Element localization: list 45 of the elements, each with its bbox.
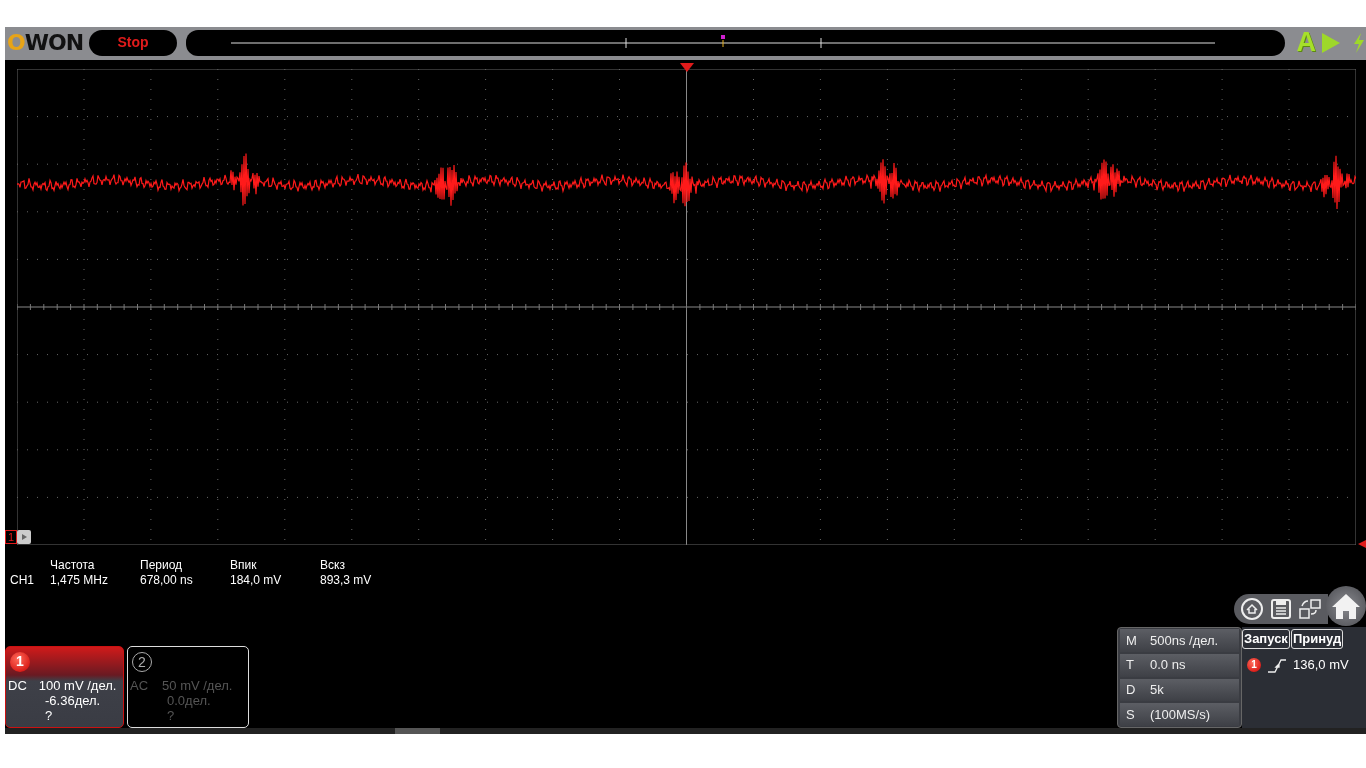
save-icon[interactable] <box>1270 597 1292 620</box>
measure-label: Впик <box>230 558 258 573</box>
measure-label: Вскз <box>320 558 346 573</box>
run-state-button[interactable]: Stop <box>89 29 178 56</box>
trigger-level-icon[interactable] <box>1358 540 1366 548</box>
timebase-key: D <box>1120 680 1150 700</box>
coupling-label: DC <box>8 678 27 693</box>
timebase-key: T <box>1120 655 1150 675</box>
channel-card[interactable]: 2 AC 50 mV /дел. 0.0дел. ? <box>127 646 249 728</box>
offset-value: -6.36дел. <box>44 693 102 708</box>
timebase-value: 500ns /дел. <box>1150 631 1219 650</box>
volts-per-div: 100 mV /дел. <box>38 678 117 693</box>
measure-label: Период <box>140 558 184 573</box>
timebase-value: 0.0 ns <box>1150 656 1186 675</box>
rising-edge-icon <box>1267 656 1287 673</box>
trigger-source-badge: 1 <box>1247 657 1261 672</box>
probe-value: ? <box>44 708 54 723</box>
trigger-level: 136,0 mV <box>1293 656 1349 674</box>
trigger-position-icon[interactable] <box>680 63 694 72</box>
channel-marker[interactable]: 1 <box>5 530 17 544</box>
reset-icon[interactable] <box>1240 596 1264 621</box>
home-button[interactable] <box>1326 585 1366 626</box>
measure-value: 893,3 mV <box>320 573 373 588</box>
timebase-key: S <box>1120 704 1150 725</box>
timebase-key: M <box>1120 630 1150 651</box>
measure-channel: CH1 <box>10 573 35 588</box>
offset-value: 0.0дел. <box>166 693 212 708</box>
volts-per-div: 50 mV /дел. <box>162 678 233 693</box>
brand-logo: OWON <box>6 29 85 56</box>
measure-value: 678,00 ns <box>140 573 194 588</box>
measure-value: 1,475 MHz <box>50 573 110 588</box>
measure-value: 184,0 mV <box>230 573 283 588</box>
trigger-tab[interactable]: Принуд <box>1290 629 1344 649</box>
home-icon <box>1331 591 1361 620</box>
coupling-label: AC <box>130 678 149 693</box>
timebase-value: 5k <box>1150 681 1164 700</box>
measure-label: Частота <box>50 558 96 573</box>
scroll-thumb[interactable] <box>395 728 440 734</box>
channel-badge: 1 <box>10 652 30 672</box>
probe-value: ? <box>166 708 176 723</box>
swap-icon[interactable] <box>1298 597 1322 620</box>
timebase-value: (100MS/s) <box>1150 705 1210 724</box>
trigger-tab[interactable]: Запуск <box>1242 629 1290 649</box>
channel-card[interactable]: 1 DC 100 mV /дел. -6.36дел. ? <box>5 646 124 728</box>
play-icon[interactable] <box>17 530 31 544</box>
